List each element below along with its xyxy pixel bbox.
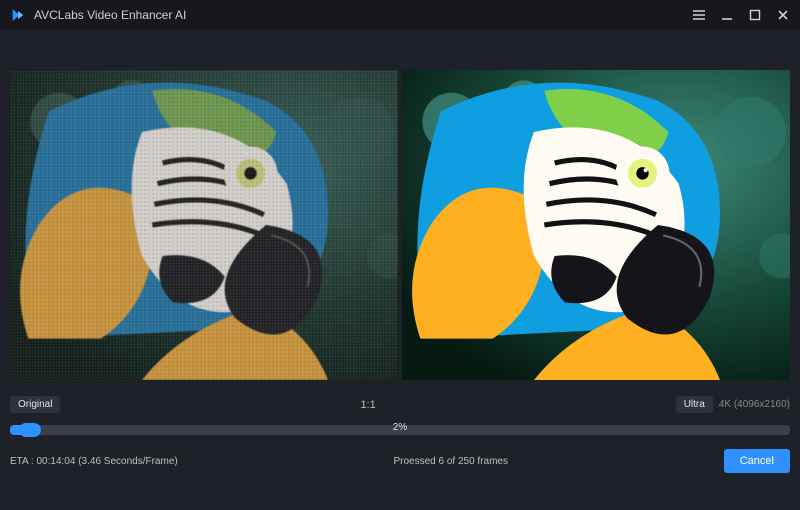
menu-icon[interactable]	[692, 8, 706, 22]
quality-info: Ultra 4K (4096x2160)	[676, 396, 790, 413]
bottom-row: ETA : 00:14:04 (3.46 Seconds/Frame) Proe…	[0, 441, 800, 481]
enhanced-pane	[402, 70, 790, 380]
app-title: AVCLabs Video Enhancer AI	[34, 8, 186, 22]
resolution-label: 4K (4096x2160)	[719, 399, 790, 410]
ratio-label: 1:1	[70, 399, 665, 411]
title-right	[692, 8, 790, 22]
eta-label: ETA :	[10, 456, 34, 467]
labels-row: Original 1:1 Ultra 4K (4096x2160)	[0, 390, 800, 419]
app-logo-icon	[10, 7, 26, 23]
original-pane	[10, 70, 398, 380]
eta-text: ETA : 00:14:04 (3.46 Seconds/Frame)	[10, 456, 178, 467]
original-badge: Original	[10, 396, 60, 413]
close-icon[interactable]	[776, 8, 790, 22]
title-left: AVCLabs Video Enhancer AI	[10, 7, 186, 23]
enhanced-image	[402, 70, 790, 380]
original-image	[10, 70, 398, 380]
eta-time: 00:14:04	[37, 456, 76, 467]
preview-compare	[0, 30, 800, 390]
eta-rate: (3.46 Seconds/Frame)	[78, 456, 178, 467]
frames-text: Proessed 6 of 250 frames	[393, 456, 508, 467]
quality-badge: Ultra	[676, 396, 713, 413]
cancel-button[interactable]: Cancel	[724, 449, 790, 473]
progress-section: 2%	[0, 419, 800, 441]
maximize-icon[interactable]	[748, 8, 762, 22]
progress-percent: 2%	[393, 422, 407, 433]
minimize-icon[interactable]	[720, 8, 734, 22]
title-bar: AVCLabs Video Enhancer AI	[0, 0, 800, 30]
progress-bar[interactable]: 2%	[10, 425, 790, 435]
progress-handle	[19, 423, 41, 437]
